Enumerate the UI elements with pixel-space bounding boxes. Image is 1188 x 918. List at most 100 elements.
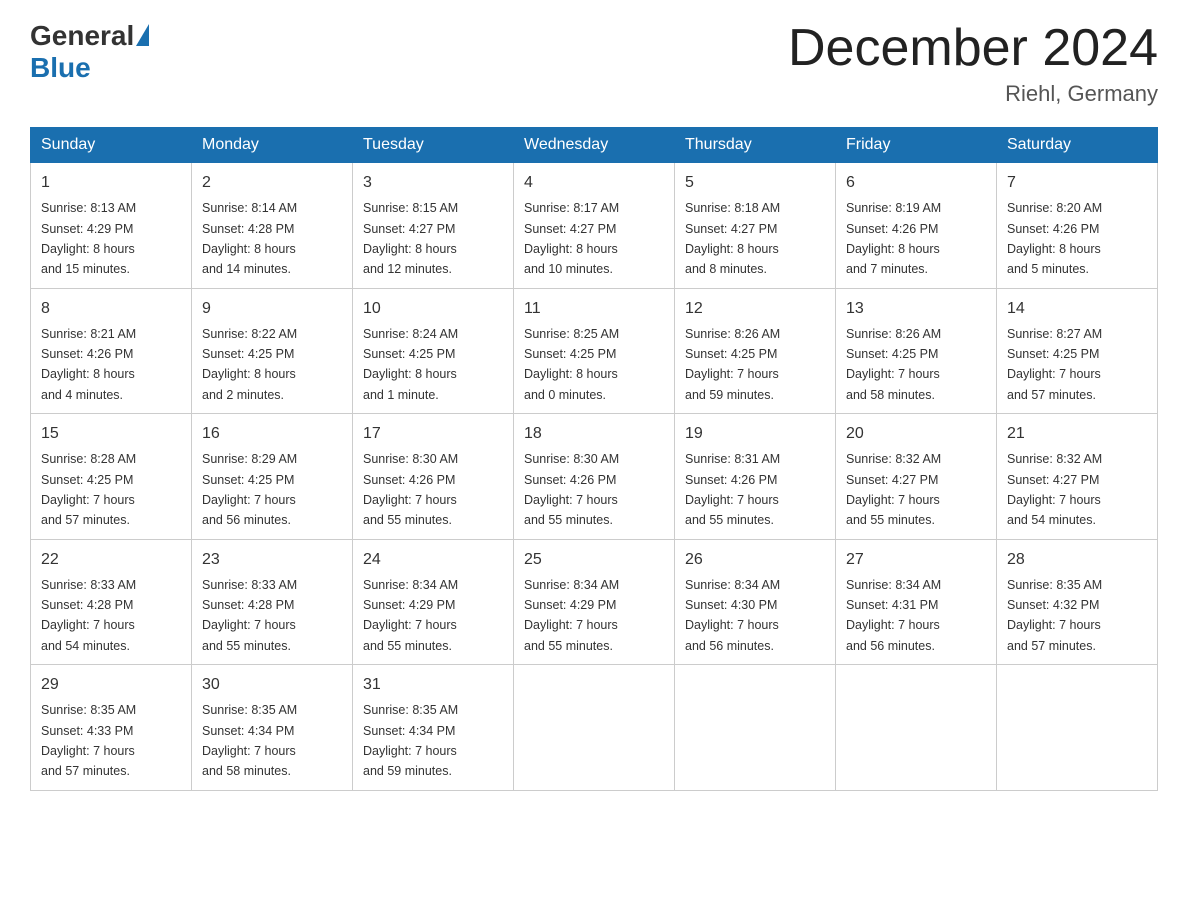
week-row-1: 1Sunrise: 8:13 AM Sunset: 4:29 PM Daylig… bbox=[31, 163, 1158, 289]
location: Riehl, Germany bbox=[788, 81, 1158, 107]
day-number: 4 bbox=[524, 171, 664, 195]
calendar-cell bbox=[836, 665, 997, 791]
column-header-saturday: Saturday bbox=[997, 128, 1158, 163]
day-number: 27 bbox=[846, 548, 986, 572]
day-info: Sunrise: 8:32 AM Sunset: 4:27 PM Dayligh… bbox=[846, 452, 941, 527]
calendar-cell bbox=[997, 665, 1158, 791]
day-info: Sunrise: 8:21 AM Sunset: 4:26 PM Dayligh… bbox=[41, 327, 136, 402]
day-info: Sunrise: 8:29 AM Sunset: 4:25 PM Dayligh… bbox=[202, 452, 297, 527]
column-header-thursday: Thursday bbox=[675, 128, 836, 163]
day-number: 30 bbox=[202, 673, 342, 697]
calendar-cell: 23Sunrise: 8:33 AM Sunset: 4:28 PM Dayli… bbox=[192, 539, 353, 665]
calendar-cell: 20 Sunrise: 8:32 AM Sunset: 4:27 PM Dayli… bbox=[836, 414, 997, 540]
calendar-cell bbox=[514, 665, 675, 791]
day-info: Sunrise: 8:34 AM Sunset: 4:30 PM Dayligh… bbox=[685, 578, 780, 653]
day-info: Sunrise: 8:28 AM Sunset: 4:25 PM Dayligh… bbox=[41, 452, 136, 527]
calendar-cell: 2Sunrise: 8:14 AM Sunset: 4:28 PM Daylig… bbox=[192, 163, 353, 289]
day-number: 20 bbox=[846, 422, 986, 446]
day-number: 31 bbox=[363, 673, 503, 697]
day-info: Sunrise: 8:19 AM Sunset: 4:26 PM Dayligh… bbox=[846, 201, 941, 276]
day-number: 19 bbox=[685, 422, 825, 446]
day-number: 14 bbox=[1007, 297, 1147, 321]
day-info: Sunrise: 8:20 AM Sunset: 4:26 PM Dayligh… bbox=[1007, 201, 1102, 276]
logo-blue-text: Blue bbox=[30, 52, 91, 84]
calendar-cell: 24Sunrise: 8:34 AM Sunset: 4:29 PM Dayli… bbox=[353, 539, 514, 665]
day-info: Sunrise: 8:34 AM Sunset: 4:29 PM Dayligh… bbox=[363, 578, 458, 653]
calendar-table: SundayMondayTuesdayWednesdayThursdayFrid… bbox=[30, 127, 1158, 791]
calendar-cell: 5 Sunrise: 8:18 AM Sunset: 4:27 PM Daylig… bbox=[675, 163, 836, 289]
column-header-friday: Friday bbox=[836, 128, 997, 163]
calendar-cell: 19 Sunrise: 8:31 AM Sunset: 4:26 PM Dayli… bbox=[675, 414, 836, 540]
calendar-cell: 26 Sunrise: 8:34 AM Sunset: 4:30 PM Dayli… bbox=[675, 539, 836, 665]
calendar-cell: 25 Sunrise: 8:34 AM Sunset: 4:29 PM Dayli… bbox=[514, 539, 675, 665]
calendar-cell: 17 Sunrise: 8:30 AM Sunset: 4:26 PM Dayli… bbox=[353, 414, 514, 540]
day-number: 1 bbox=[41, 171, 181, 195]
day-info: Sunrise: 8:33 AM Sunset: 4:28 PM Dayligh… bbox=[41, 578, 136, 653]
day-info: Sunrise: 8:15 AM Sunset: 4:27 PM Dayligh… bbox=[363, 201, 458, 276]
calendar-cell: 4 Sunrise: 8:17 AM Sunset: 4:27 PM Daylig… bbox=[514, 163, 675, 289]
day-info: Sunrise: 8:35 AM Sunset: 4:34 PM Dayligh… bbox=[363, 703, 458, 778]
day-number: 8 bbox=[41, 297, 181, 321]
day-number: 10 bbox=[363, 297, 503, 321]
calendar-cell: 22 Sunrise: 8:33 AM Sunset: 4:28 PM Dayli… bbox=[31, 539, 192, 665]
day-info: Sunrise: 8:22 AM Sunset: 4:25 PM Dayligh… bbox=[202, 327, 297, 402]
calendar-cell: 16Sunrise: 8:29 AM Sunset: 4:25 PM Dayli… bbox=[192, 414, 353, 540]
day-info: Sunrise: 8:34 AM Sunset: 4:31 PM Dayligh… bbox=[846, 578, 941, 653]
column-header-tuesday: Tuesday bbox=[353, 128, 514, 163]
page-header: General Blue December 2024 Riehl, German… bbox=[30, 20, 1158, 107]
column-header-sunday: Sunday bbox=[31, 128, 192, 163]
calendar-cell: 7Sunrise: 8:20 AM Sunset: 4:26 PM Daylig… bbox=[997, 163, 1158, 289]
day-number: 11 bbox=[524, 297, 664, 321]
day-number: 5 bbox=[685, 171, 825, 195]
day-info: Sunrise: 8:26 AM Sunset: 4:25 PM Dayligh… bbox=[846, 327, 941, 402]
day-info: Sunrise: 8:31 AM Sunset: 4:26 PM Dayligh… bbox=[685, 452, 780, 527]
day-info: Sunrise: 8:32 AM Sunset: 4:27 PM Dayligh… bbox=[1007, 452, 1102, 527]
calendar-cell: 28 Sunrise: 8:35 AM Sunset: 4:32 PM Dayli… bbox=[997, 539, 1158, 665]
calendar-cell: 14 Sunrise: 8:27 AM Sunset: 4:25 PM Dayli… bbox=[997, 288, 1158, 414]
day-info: Sunrise: 8:25 AM Sunset: 4:25 PM Dayligh… bbox=[524, 327, 619, 402]
day-number: 26 bbox=[685, 548, 825, 572]
day-info: Sunrise: 8:35 AM Sunset: 4:33 PM Dayligh… bbox=[41, 703, 136, 778]
day-info: Sunrise: 8:33 AM Sunset: 4:28 PM Dayligh… bbox=[202, 578, 297, 653]
day-number: 15 bbox=[41, 422, 181, 446]
logo: General Blue bbox=[30, 20, 149, 84]
calendar-cell: 6 Sunrise: 8:19 AM Sunset: 4:26 PM Daylig… bbox=[836, 163, 997, 289]
day-number: 21 bbox=[1007, 422, 1147, 446]
calendar-cell: 9Sunrise: 8:22 AM Sunset: 4:25 PM Daylig… bbox=[192, 288, 353, 414]
calendar-cell: 10Sunrise: 8:24 AM Sunset: 4:25 PM Dayli… bbox=[353, 288, 514, 414]
week-row-3: 15 Sunrise: 8:28 AM Sunset: 4:25 PM Dayli… bbox=[31, 414, 1158, 540]
calendar-cell: 12 Sunrise: 8:26 AM Sunset: 4:25 PM Dayli… bbox=[675, 288, 836, 414]
day-info: Sunrise: 8:18 AM Sunset: 4:27 PM Dayligh… bbox=[685, 201, 780, 276]
calendar-cell: 29Sunrise: 8:35 AM Sunset: 4:33 PM Dayli… bbox=[31, 665, 192, 791]
calendar-cell: 1Sunrise: 8:13 AM Sunset: 4:29 PM Daylig… bbox=[31, 163, 192, 289]
calendar-cell: 11 Sunrise: 8:25 AM Sunset: 4:25 PM Dayli… bbox=[514, 288, 675, 414]
day-number: 22 bbox=[41, 548, 181, 572]
calendar-cell: 31 Sunrise: 8:35 AM Sunset: 4:34 PM Dayli… bbox=[353, 665, 514, 791]
column-header-monday: Monday bbox=[192, 128, 353, 163]
day-info: Sunrise: 8:34 AM Sunset: 4:29 PM Dayligh… bbox=[524, 578, 619, 653]
day-number: 2 bbox=[202, 171, 342, 195]
calendar-cell: 27 Sunrise: 8:34 AM Sunset: 4:31 PM Dayli… bbox=[836, 539, 997, 665]
day-info: Sunrise: 8:30 AM Sunset: 4:26 PM Dayligh… bbox=[363, 452, 458, 527]
calendar-cell: 13Sunrise: 8:26 AM Sunset: 4:25 PM Dayli… bbox=[836, 288, 997, 414]
calendar-cell bbox=[675, 665, 836, 791]
week-row-2: 8 Sunrise: 8:21 AM Sunset: 4:26 PM Daylig… bbox=[31, 288, 1158, 414]
column-header-wednesday: Wednesday bbox=[514, 128, 675, 163]
day-number: 17 bbox=[363, 422, 503, 446]
logo-general-text: General bbox=[30, 20, 134, 52]
day-number: 3 bbox=[363, 171, 503, 195]
day-info: Sunrise: 8:35 AM Sunset: 4:34 PM Dayligh… bbox=[202, 703, 297, 778]
day-number: 12 bbox=[685, 297, 825, 321]
day-info: Sunrise: 8:35 AM Sunset: 4:32 PM Dayligh… bbox=[1007, 578, 1102, 653]
week-row-5: 29Sunrise: 8:35 AM Sunset: 4:33 PM Dayli… bbox=[31, 665, 1158, 791]
calendar-cell: 21 Sunrise: 8:32 AM Sunset: 4:27 PM Dayli… bbox=[997, 414, 1158, 540]
day-number: 28 bbox=[1007, 548, 1147, 572]
day-info: Sunrise: 8:27 AM Sunset: 4:25 PM Dayligh… bbox=[1007, 327, 1102, 402]
header-row: SundayMondayTuesdayWednesdayThursdayFrid… bbox=[31, 128, 1158, 163]
day-number: 6 bbox=[846, 171, 986, 195]
day-info: Sunrise: 8:26 AM Sunset: 4:25 PM Dayligh… bbox=[685, 327, 780, 402]
month-title: December 2024 bbox=[788, 20, 1158, 77]
day-number: 25 bbox=[524, 548, 664, 572]
day-number: 18 bbox=[524, 422, 664, 446]
day-info: Sunrise: 8:17 AM Sunset: 4:27 PM Dayligh… bbox=[524, 201, 619, 276]
